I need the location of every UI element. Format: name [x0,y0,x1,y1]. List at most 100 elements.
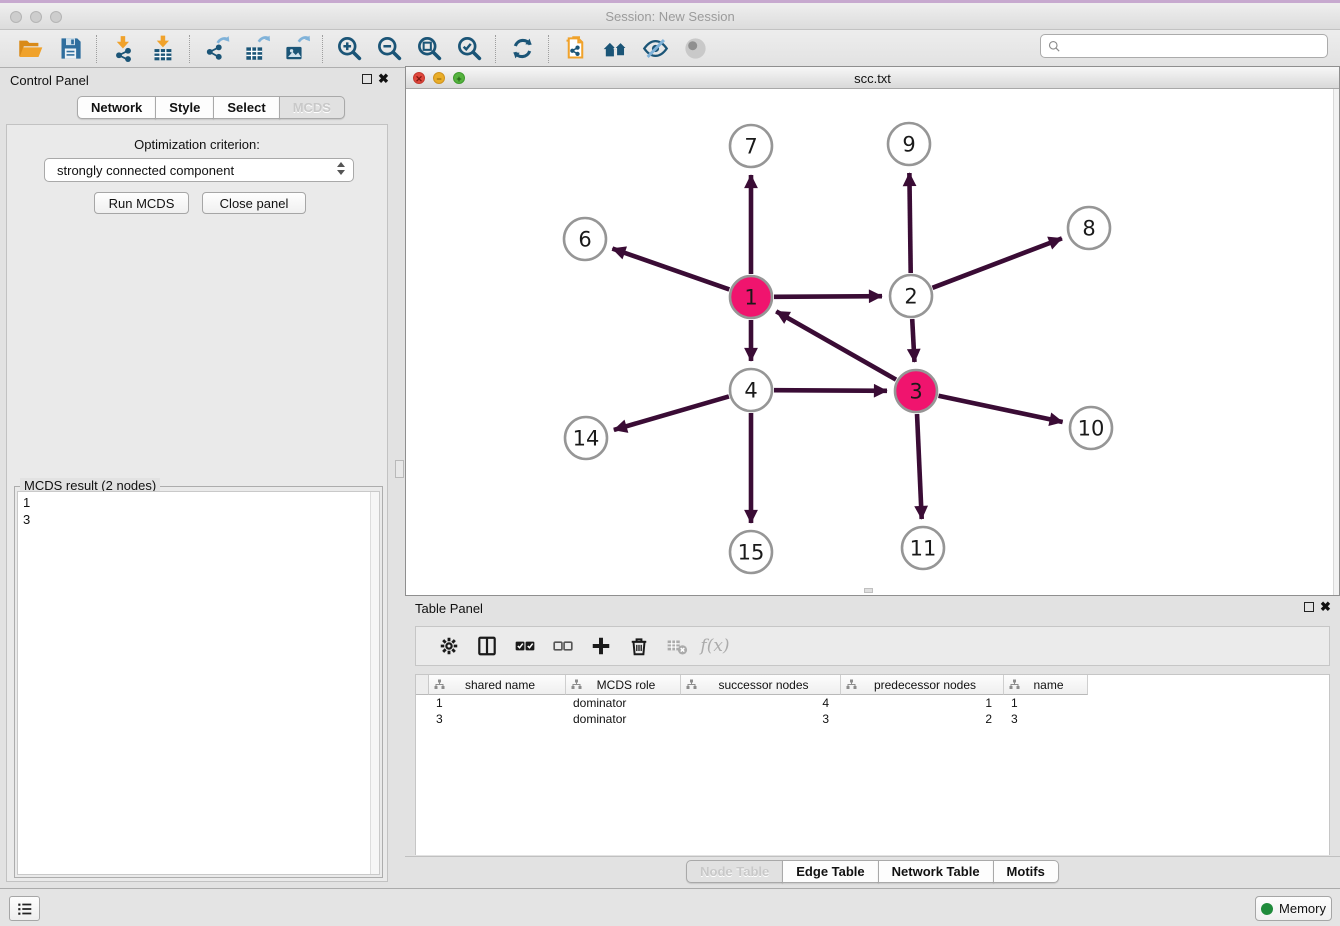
column-header-label: shared name [449,678,565,692]
deselect-all-button[interactable] [544,630,582,662]
edge-4-3[interactable] [774,390,887,391]
columns-button[interactable] [468,630,506,662]
import-network-button[interactable] [103,33,143,65]
column-header-predecessor-nodes[interactable]: predecessor nodes [841,675,1004,695]
export-network-button[interactable] [196,33,236,65]
node-2[interactable]: 2 [890,275,932,317]
cell-shared-name[interactable]: 1 [429,695,566,711]
zoom-fit-button[interactable] [409,33,449,65]
add-button[interactable] [582,630,620,662]
tab-motifs[interactable]: Motifs [993,860,1059,883]
edge-1-6[interactable] [612,249,729,290]
clone-network-icon [562,35,589,62]
close-panel-button[interactable]: Close panel [202,192,306,214]
tab-network[interactable]: Network [77,96,156,119]
node-7[interactable]: 7 [730,125,772,167]
node-table[interactable]: shared nameMCDS rolesuccessor nodesprede… [415,674,1330,855]
cell-successor-nodes[interactable]: 4 [681,695,841,711]
column-header-name[interactable]: name [1004,675,1088,695]
tab-style[interactable]: Style [155,96,214,119]
column-header-MCDS-role[interactable]: MCDS role [566,675,681,695]
close-panel-icon[interactable]: ✖ [378,71,389,86]
cell-MCDS-role[interactable]: dominator [566,695,681,711]
network-window-titlebar[interactable]: ✕ − + scc.txt [406,67,1339,89]
table-float-icon[interactable] [1304,602,1314,612]
cell-predecessor-nodes[interactable]: 2 [841,711,1004,727]
table-row-gutter [416,675,429,695]
cell-successor-nodes[interactable]: 3 [681,711,841,727]
list-icon [16,900,34,918]
node-8[interactable]: 8 [1068,207,1110,249]
tab-edge-table[interactable]: Edge Table [782,860,878,883]
edge-2-3[interactable] [912,319,914,362]
panel-divider [394,68,405,888]
mcds-result-scrollbar[interactable] [370,492,379,874]
network-hscroll-grip[interactable] [864,588,873,593]
clone-network-button[interactable] [555,33,595,65]
export-image-button[interactable] [276,33,316,65]
tab-node-table: Node Table [686,860,783,883]
optimization-criterion-dropdown[interactable]: strongly connected component [44,158,354,182]
settings-button[interactable] [430,630,468,662]
float-panel-icon[interactable] [362,74,372,84]
column-header-shared-name[interactable]: shared name [429,675,566,695]
table-row[interactable]: 3dominator323 [416,711,1329,727]
cell-predecessor-nodes[interactable]: 1 [841,695,1004,711]
search-field[interactable] [1040,34,1328,58]
table-panel: Table Panel ✖ f(x) shared nameMCDS roles… [405,596,1340,888]
node-1[interactable]: 1 [730,276,772,318]
edge-3-1[interactable] [776,311,896,379]
network-graph[interactable]: 7 9 6 8 1 2 4 3 14 10 15 11 [406,89,1339,595]
edge-2-9[interactable] [909,173,910,273]
tab-network-table[interactable]: Network Table [878,860,994,883]
table-close-icon[interactable]: ✖ [1320,599,1331,614]
export-table-button[interactable] [236,33,276,65]
app-titlebar: Session: New Session [0,3,1340,30]
run-mcds-button[interactable]: Run MCDS [94,192,189,214]
edge-3-10[interactable] [939,396,1063,422]
node-9[interactable]: 9 [888,123,930,165]
select-all-button[interactable] [506,630,544,662]
task-history-button[interactable] [9,896,40,921]
memory-button[interactable]: Memory [1255,896,1332,921]
network-canvas[interactable]: 7 9 6 8 1 2 4 3 14 10 15 11 [406,89,1339,595]
cell-name[interactable]: 3 [1004,711,1088,727]
node-label-15: 15 [738,541,765,565]
cell-MCDS-role[interactable]: dominator [566,711,681,727]
node-6[interactable]: 6 [564,218,606,260]
node-15[interactable]: 15 [730,531,772,573]
mcds-result-list[interactable]: 1 3 [17,491,380,875]
tab-select[interactable]: Select [213,96,279,119]
mcds-result-lines: 1 3 [23,494,30,528]
cell-name[interactable]: 1 [1004,695,1088,711]
edge-2-8[interactable] [932,238,1061,287]
zoom-selected-button[interactable] [449,33,489,65]
hide-selected-button[interactable] [635,33,675,65]
import-table-button[interactable] [143,33,183,65]
node-14[interactable]: 14 [565,417,607,459]
edge-4-14[interactable] [614,396,729,429]
node-3[interactable]: 3 [895,370,937,412]
search-input[interactable] [1066,36,1327,56]
save-session-button[interactable] [50,33,90,65]
divider-grip[interactable] [395,460,404,478]
delete-icon [628,635,650,657]
refresh-button[interactable] [502,33,542,65]
first-neighbors-button[interactable] [595,33,635,65]
node-label-3: 3 [909,380,922,404]
node-10[interactable]: 10 [1070,407,1112,449]
edge-3-11[interactable] [917,414,922,519]
open-file-button[interactable] [10,33,50,65]
column-header-successor-nodes[interactable]: successor nodes [681,675,841,695]
table-row[interactable]: 1dominator411 [416,695,1329,711]
column-header-label: name [1024,678,1087,692]
node-11[interactable]: 11 [902,527,944,569]
edge-1-2[interactable] [774,296,882,297]
node-4[interactable]: 4 [730,369,772,411]
cell-shared-name[interactable]: 3 [429,711,566,727]
zoom-in-button[interactable] [329,33,369,65]
network-vscrollbar[interactable] [1333,89,1339,595]
zoom-out-button[interactable] [369,33,409,65]
node-label-10: 10 [1078,417,1105,441]
delete-button[interactable] [620,630,658,662]
